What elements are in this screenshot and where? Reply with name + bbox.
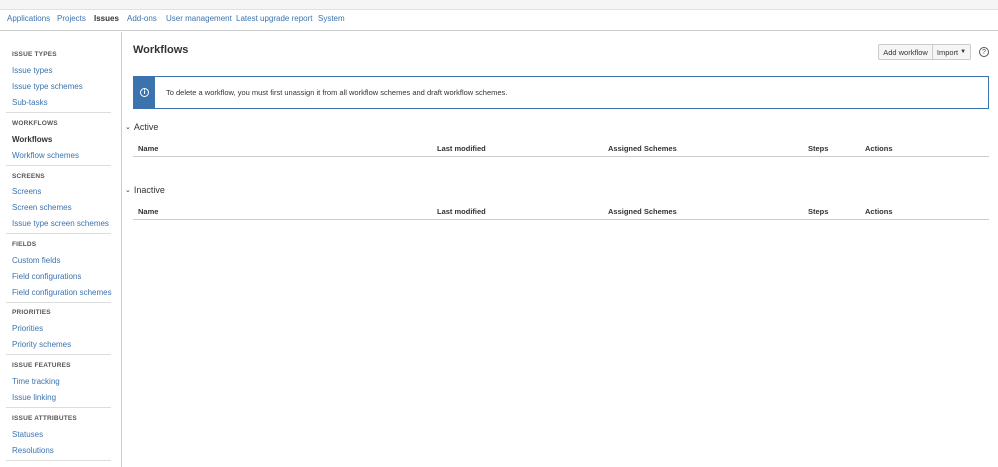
sidebar-item-issue-type-schemes[interactable]: Issue type schemes [12, 82, 83, 91]
main-content: Workflows Add workflow Import ▼ ? i To de… [123, 32, 998, 467]
sidebar-item-issue-linking[interactable]: Issue linking [12, 393, 56, 402]
column-header-assigned-schemes[interactable]: Assigned Schemes [608, 207, 677, 216]
sidebar-item-time-tracking[interactable]: Time tracking [12, 377, 60, 386]
chevron-down-icon: ⌄ [125, 124, 131, 131]
tab-system[interactable]: System [318, 14, 345, 23]
sidebar-item-sub-tasks[interactable]: Sub-tasks [12, 98, 48, 107]
chevron-down-icon: ⌄ [125, 187, 131, 194]
sidebar-item-resolutions[interactable]: Resolutions [12, 446, 54, 455]
info-icon-box: i [134, 77, 155, 108]
sidebar-divider [6, 165, 111, 166]
column-header-actions: Actions [865, 207, 893, 216]
sidebar-item-screen-schemes[interactable]: Screen schemes [12, 203, 72, 212]
sidebar-item-issue-type-screen-schemes[interactable]: Issue type screen schemes [12, 219, 109, 228]
sidebar-item-workflow-schemes[interactable]: Workflow schemes [12, 151, 79, 160]
info-icon: i [140, 88, 149, 97]
sidebar-heading-issue-attributes: ISSUE ATTRIBUTES [12, 415, 77, 422]
tab-user-management[interactable]: User management [166, 14, 232, 23]
tab-latest-upgrade-report[interactable]: Latest upgrade report [236, 14, 313, 23]
sidebar-divider [6, 233, 111, 234]
column-header-last-modified[interactable]: Last modified [437, 144, 486, 153]
sidebar-divider [6, 112, 111, 113]
import-button[interactable]: Import ▼ [933, 44, 971, 60]
column-header-steps[interactable]: Steps [808, 144, 828, 153]
tab-add-ons[interactable]: Add-ons [127, 14, 157, 23]
sidebar-heading-issue-features: ISSUE FEATURES [12, 362, 71, 369]
add-workflow-button[interactable]: Add workflow [878, 44, 933, 60]
chevron-down-icon: ▼ [960, 49, 967, 55]
sidebar-item-priorities[interactable]: Priorities [12, 324, 43, 333]
inactive-table-header: Name Last modified Assigned Schemes Step… [133, 206, 989, 220]
column-header-actions: Actions [865, 144, 893, 153]
sidebar-heading-priorities: PRIORITIES [12, 309, 51, 316]
column-header-name[interactable]: Name [138, 144, 158, 153]
tab-applications[interactable]: Applications [7, 14, 50, 23]
active-section-toggle[interactable]: ⌄ Active [125, 122, 158, 132]
sidebar-divider [6, 407, 111, 408]
sidebar-heading-screens: SCREENS [12, 173, 45, 180]
admin-nav: Applications Projects Issues Add-ons Use… [0, 10, 998, 31]
sidebar-item-priority-schemes[interactable]: Priority schemes [12, 340, 71, 349]
sidebar-item-field-configurations[interactable]: Field configurations [12, 272, 81, 281]
inactive-section-title: Inactive [133, 185, 165, 195]
sidebar-heading-issue-types: ISSUE TYPES [12, 51, 57, 58]
import-label: Import [936, 47, 959, 57]
sidebar-divider [6, 354, 111, 355]
sidebar-item-screens[interactable]: Screens [12, 187, 41, 196]
active-table-header: Name Last modified Assigned Schemes Step… [133, 143, 989, 157]
sidebar-item-statuses[interactable]: Statuses [12, 430, 43, 439]
sidebar-divider [6, 302, 111, 303]
column-header-assigned-schemes[interactable]: Assigned Schemes [608, 144, 677, 153]
sidebar-heading-fields: FIELDS [12, 241, 37, 248]
tab-issues[interactable]: Issues [94, 14, 119, 23]
top-strip [0, 0, 998, 10]
column-header-name[interactable]: Name [138, 207, 158, 216]
inactive-section-toggle[interactable]: ⌄ Inactive [125, 185, 165, 195]
active-section-title: Active [133, 122, 159, 132]
info-message: To delete a workflow, you must first una… [166, 88, 508, 97]
tab-projects[interactable]: Projects [57, 14, 86, 23]
sidebar-item-issue-types[interactable]: Issue types [12, 66, 52, 75]
add-workflow-label: Add workflow [883, 47, 928, 57]
column-header-last-modified[interactable]: Last modified [437, 207, 486, 216]
sidebar-item-custom-fields[interactable]: Custom fields [12, 256, 60, 265]
sidebar: ISSUE TYPES Issue types Issue type schem… [0, 32, 122, 467]
column-header-steps[interactable]: Steps [808, 207, 828, 216]
sidebar-item-workflows[interactable]: Workflows [12, 135, 52, 144]
sidebar-heading-workflows: WORKFLOWS [12, 120, 58, 127]
help-icon[interactable]: ? [979, 47, 989, 57]
sidebar-divider [6, 460, 111, 461]
sidebar-item-field-configuration-schemes[interactable]: Field configuration schemes [12, 288, 112, 297]
info-banner: i To delete a workflow, you must first u… [133, 76, 989, 109]
page-title: Workflows [133, 44, 189, 56]
